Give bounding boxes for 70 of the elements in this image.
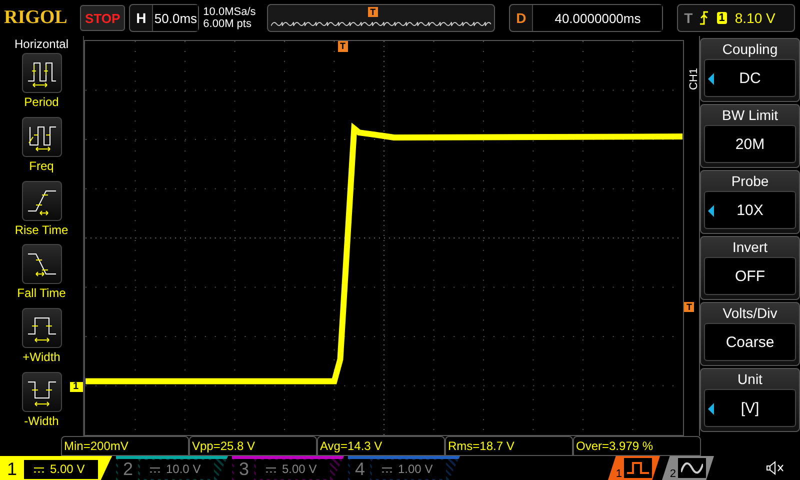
channel-number: 2 xyxy=(118,459,138,480)
left-arrow-icon xyxy=(708,73,714,85)
delay-display: D 40.0000000ms xyxy=(509,4,664,32)
menu-softkey[interactable]: Invert OFF xyxy=(700,236,800,300)
menu-softkey[interactable]: Coupling DC xyxy=(700,38,800,102)
trigger-level-marker: T xyxy=(684,302,694,312)
menu-softkey[interactable]: Probe 10X xyxy=(700,170,800,234)
channel-scale: 1.00 V xyxy=(398,461,433,478)
channel-number: 3 xyxy=(234,459,254,480)
brand-logo: RIGOL xyxy=(4,7,68,29)
channel-button[interactable]: 3 5.00 V xyxy=(232,456,344,480)
dc-coupling-icon xyxy=(382,466,392,472)
left-arrow-icon xyxy=(708,403,714,415)
softkey-title: Volts/Div xyxy=(722,304,778,323)
sample-rate: 10.0MSa/s xyxy=(203,6,257,18)
trigger-marker: T xyxy=(338,41,348,52)
softkey-title: Unit xyxy=(738,370,762,389)
menu-softkey[interactable]: Unit [V] xyxy=(700,368,800,432)
softkey-title: BW Limit xyxy=(722,106,778,125)
dc-coupling-icon xyxy=(34,466,44,472)
trigger-level: 8.10 V xyxy=(734,10,776,26)
softkey-value: 10X xyxy=(704,191,796,229)
measure-option[interactable]: +Width xyxy=(0,308,84,372)
measurement-readout: Min=200mV xyxy=(61,436,189,456)
channel-number: 1 xyxy=(6,459,18,480)
trigger-position-marker: T xyxy=(368,7,378,17)
softkey-value: OFF xyxy=(704,257,796,295)
softkey-title: Probe xyxy=(731,172,769,191)
measurement-readout: Over=3.979 % xyxy=(573,436,701,456)
square-wave-icon xyxy=(627,461,649,475)
generator-button[interactable]: 1 xyxy=(608,456,660,480)
softkey-value: 20M xyxy=(704,125,796,163)
menu-title: Horizontal xyxy=(14,37,69,51)
channel-scale: 5.00 V xyxy=(282,461,317,478)
trigger-display: T 1 8.10 V xyxy=(677,4,796,32)
measurement-readout: Avg=14.3 V xyxy=(317,436,445,456)
softkey-value: DC xyxy=(704,59,796,97)
channel-button[interactable]: 4 1.00 V xyxy=(348,456,460,480)
measure-option[interactable]: Rise Time xyxy=(0,180,84,244)
softkey-value: Coarse xyxy=(704,323,796,361)
channel-scale: 10.0 V xyxy=(166,461,201,478)
dc-coupling-icon xyxy=(150,466,160,472)
softkey-value: [V] xyxy=(704,389,796,427)
generator-button[interactable]: 2 xyxy=(662,456,714,480)
menu-softkey[interactable]: Volts/Div Coarse xyxy=(700,302,800,366)
channel-button[interactable]: 2 10.0 V xyxy=(116,456,228,480)
rising-edge-icon xyxy=(698,11,709,25)
channel-number: 4 xyxy=(350,459,370,480)
measure-option[interactable]: Period xyxy=(0,53,84,117)
softkey-title: Coupling xyxy=(722,40,778,59)
channel-marker: 1 xyxy=(70,382,83,392)
memory-depth: 6.00M pts xyxy=(203,18,252,30)
channel-button[interactable]: 1 5.00 V xyxy=(0,456,112,480)
left-arrow-icon xyxy=(708,205,714,217)
sine-wave-icon xyxy=(681,461,703,475)
muted-speaker-icon xyxy=(766,461,784,475)
measurement-readout: Vpp=25.8 V xyxy=(189,436,317,456)
measurement-readout: Rms=18.7 V xyxy=(445,436,573,456)
measure-option[interactable]: Freq xyxy=(0,116,84,181)
timebase-display: H 50.0ms xyxy=(129,4,200,32)
channel-scale: 5.00 V xyxy=(50,461,85,478)
trigger-source: 1 xyxy=(716,12,727,24)
menu-softkey[interactable]: BW Limit 20M xyxy=(700,104,800,168)
generator-number: 2 xyxy=(668,468,676,480)
softkey-title: Invert xyxy=(732,238,768,257)
run-status[interactable]: STOP xyxy=(80,5,126,31)
dc-coupling-icon xyxy=(266,466,276,472)
generator-number: 1 xyxy=(614,468,622,480)
channel-label: CH1 xyxy=(688,66,700,90)
measure-option[interactable]: Fall Time xyxy=(0,244,84,308)
